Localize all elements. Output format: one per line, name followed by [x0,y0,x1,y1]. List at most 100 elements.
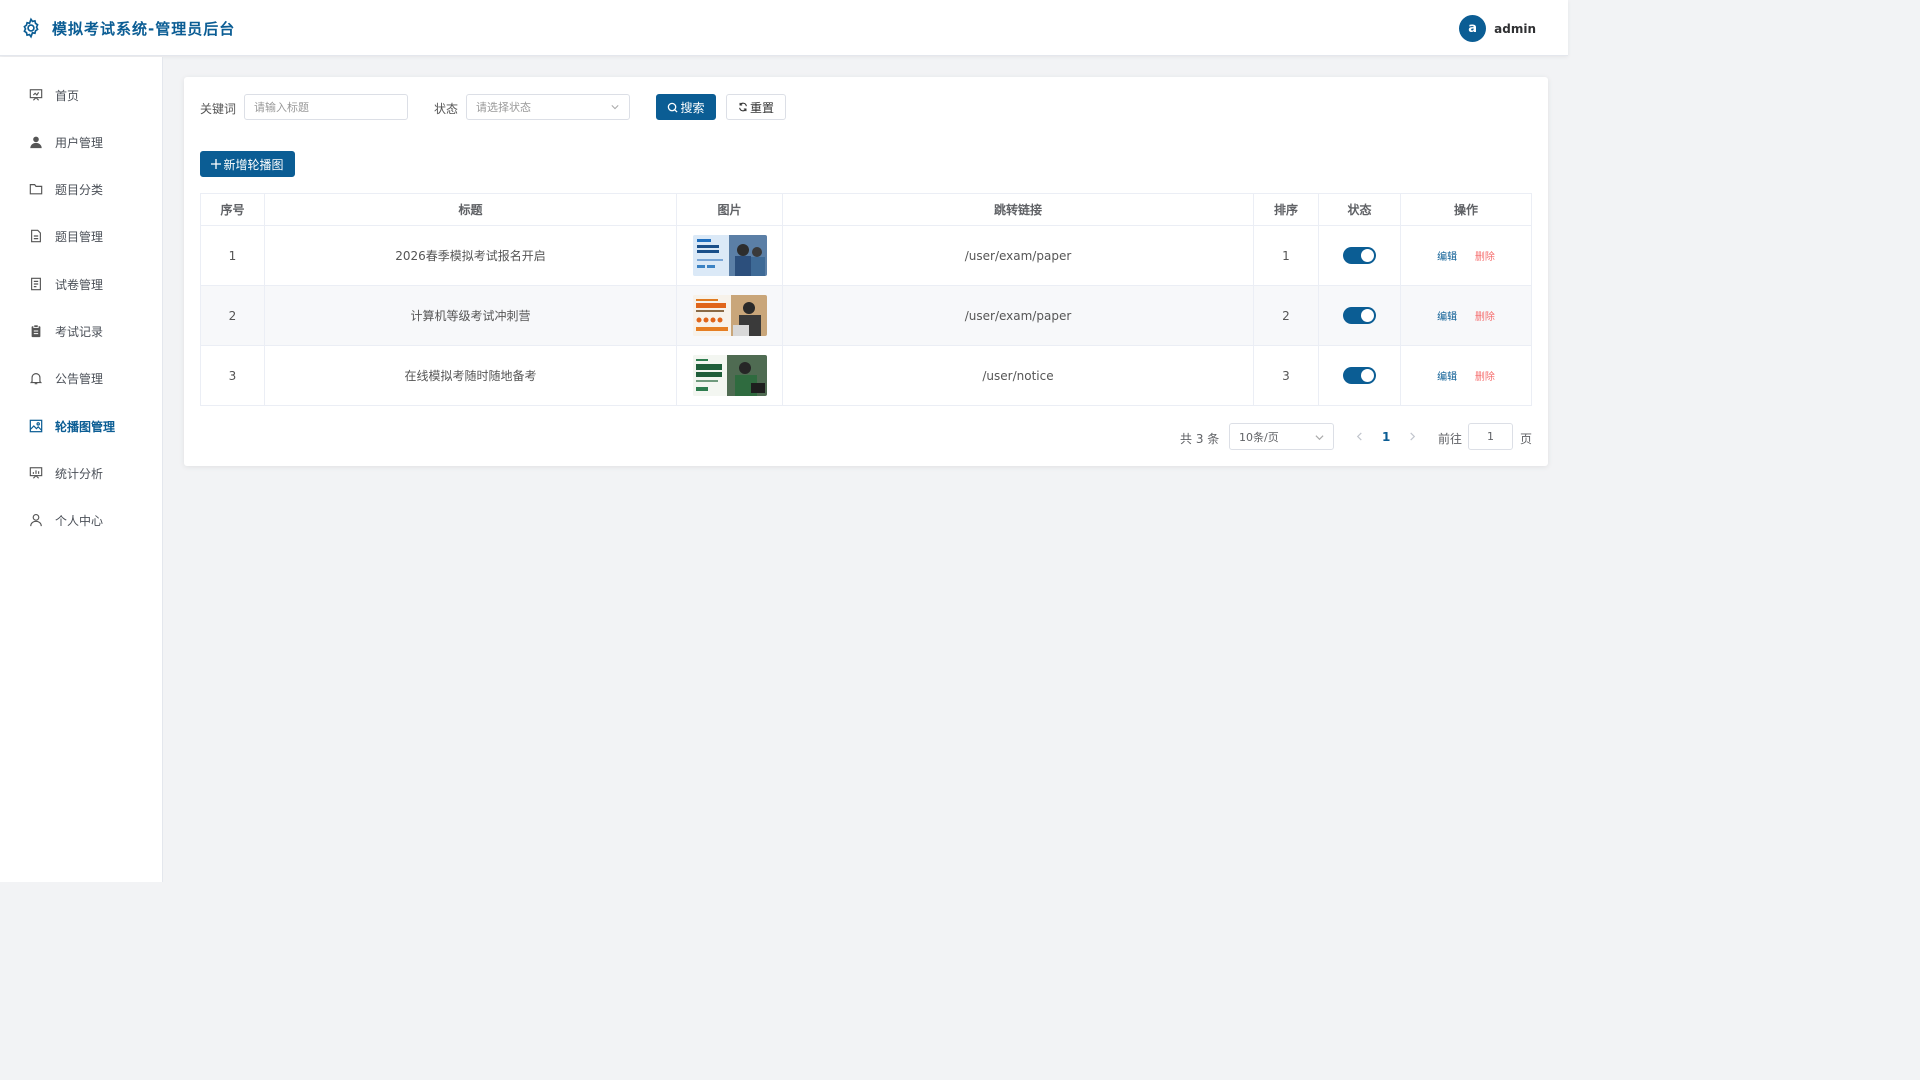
reset-button-label: 重置 [749,100,774,115]
sidebar-item-papers[interactable]: 试卷管理 [0,264,162,304]
row-title: 计算机等级考试冲刺营 [264,285,677,346]
person-icon [28,512,44,528]
keyword-input[interactable]: 请输入标题 [244,94,408,120]
status-select[interactable]: 请选择状态 [466,94,630,120]
sidebar-item-label: 考试记录 [55,324,104,339]
prev-page-icon[interactable] [1355,432,1364,441]
column-header-actions: 操作 [1400,193,1532,226]
table-row: 2 计算机等级考试冲刺营 /user/exam/paper 2 编辑 删除 [200,285,1532,346]
status-placeholder: 请选择状态 [476,101,531,114]
folder-icon [28,181,44,197]
row-link: /user/notice [782,345,1254,406]
row-title: 在线模拟考随时随地备考 [264,345,677,406]
sidebar-item-categories[interactable]: 题目分类 [0,169,162,209]
banner-table: 序号 标题 图片 跳转链接 排序 状态 操作 1 2026春季模拟考试报名开启 [200,193,1532,406]
add-banner-button[interactable]: 新增轮播图 [200,151,295,177]
edit-button[interactable]: 编辑 [1437,312,1457,323]
goto-label: 前往 [1438,432,1463,446]
sidebar-item-label: 统计分析 [55,466,104,481]
row-index: 1 [200,225,265,286]
page-number-current[interactable]: 1 [1382,430,1390,444]
sidebar-item-announcements[interactable]: 公告管理 [0,358,162,398]
banner-thumbnail[interactable] [692,355,767,396]
next-page-icon[interactable] [1408,432,1417,441]
reset-button[interactable]: 重置 [726,94,786,120]
status-toggle[interactable] [1343,307,1376,324]
row-status-cell [1318,345,1401,406]
sidebar-item-label: 个人中心 [55,513,104,528]
row-actions: 编辑 删除 [1400,345,1532,406]
clipboard-icon [28,323,44,339]
sidebar-item-profile[interactable]: 个人中心 [0,500,162,540]
sidebar-item-label: 用户管理 [55,135,104,150]
banner-thumbnail[interactable] [692,235,767,276]
search-button[interactable]: 搜索 [656,94,716,120]
row-actions: 编辑 删除 [1400,285,1532,346]
chart-icon [28,465,44,481]
table-row: 1 2026春季模拟考试报名开启 /user/exam/paper 1 编辑 删… [200,225,1532,286]
sidebar-item-label: 轮播图管理 [55,419,116,434]
page-unit-label: 页 [1520,432,1533,446]
row-status-cell [1318,285,1401,346]
sidebar-item-users[interactable]: 用户管理 [0,122,162,162]
sidebar-item-banners[interactable]: 轮播图管理 [0,406,162,446]
banner-thumbnail[interactable] [692,295,767,336]
page-size-value: 10条/页 [1239,430,1279,444]
row-title: 2026春季模拟考试报名开启 [264,225,677,286]
edit-button[interactable]: 编辑 [1437,252,1457,263]
add-banner-button-label: 新增轮播图 [223,157,284,172]
delete-button[interactable]: 删除 [1475,312,1495,323]
sidebar-item-label: 试卷管理 [55,277,104,292]
sidebar-item-statistics[interactable]: 统计分析 [0,453,162,493]
avatar[interactable]: a [1459,15,1487,42]
chevron-down-icon [611,105,619,110]
row-actions: 编辑 删除 [1400,225,1532,286]
sidebar-item-home[interactable]: 首页 [0,75,162,115]
picture-icon [28,418,44,434]
sidebar-item-questions[interactable]: 题目管理 [0,216,162,256]
column-header-index: 序号 [200,193,265,226]
column-header-status: 状态 [1318,193,1401,226]
table-row: 3 在线模拟考随时随地备考 /user/notice 3 编辑 删除 [200,345,1532,406]
status-toggle[interactable] [1343,247,1376,264]
status-label: 状态 [434,102,459,116]
chevron-down-icon [1315,435,1324,441]
sidebar-item-label: 题目管理 [55,229,104,244]
app-title: 模拟考试系统-管理员后台 [52,20,236,38]
plus-icon [211,159,222,169]
keyword-label: 关键词 [200,102,237,116]
gear-icon [23,17,39,39]
column-header-title: 标题 [264,193,677,226]
search-icon [668,102,679,113]
row-index: 2 [200,285,265,346]
sidebar-item-exam-records[interactable]: 考试记录 [0,311,162,351]
goto-page-input[interactable]: 1 [1468,423,1513,450]
refresh-icon [739,102,747,112]
sidebar-item-label: 题目分类 [55,182,104,197]
row-image-cell [676,225,783,286]
dashboard-icon [28,87,44,103]
status-toggle[interactable] [1343,367,1376,384]
column-header-image: 图片 [676,193,783,226]
document-icon [28,228,44,244]
row-sort: 2 [1253,285,1319,346]
table-header-row: 序号 标题 图片 跳转链接 排序 状态 操作 [200,193,1532,226]
sidebar-item-label: 公告管理 [55,371,104,386]
sidebar: 首页 用户管理 题目分类 题目管理 试卷管理 考试记录 公告管理 轮播图管理 统… [0,57,163,882]
page-size-select[interactable]: 10条/页 [1229,423,1334,450]
paper-icon [28,276,44,292]
row-link: /user/exam/paper [782,285,1254,346]
row-sort: 1 [1253,225,1319,286]
user-menu[interactable]: a admin [1459,15,1536,42]
row-index: 3 [200,345,265,406]
keyword-placeholder: 请输入标题 [254,101,309,114]
search-button-label: 搜索 [680,100,705,115]
user-icon [28,134,44,150]
pagination-total: 共 3 条 [1180,432,1220,446]
username[interactable]: admin [1494,22,1536,36]
edit-button[interactable]: 编辑 [1437,372,1457,383]
delete-button[interactable]: 删除 [1475,372,1495,383]
goto-page-value: 1 [1487,430,1494,443]
delete-button[interactable]: 删除 [1475,252,1495,263]
column-header-sort: 排序 [1253,193,1319,226]
